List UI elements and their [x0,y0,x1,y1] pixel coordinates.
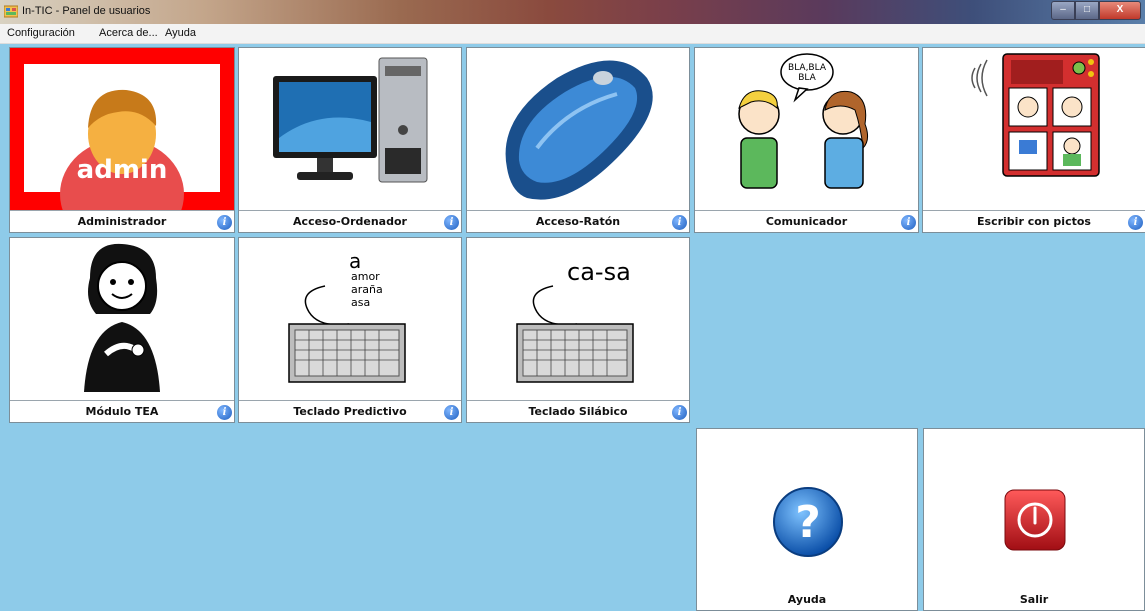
tile-picture: a amor araña asa [239,238,461,400]
help-icon: ? [773,487,843,557]
admin-user-icon: admin [10,48,234,210]
tile-label: Administrador [10,210,234,232]
tile-teclado-silabico[interactable]: ca-sa Teclado Silábico i [466,237,690,423]
tile-picture [10,238,234,400]
predictive-word: araña [351,283,383,296]
keyboard-icon: a amor araña asa [288,249,406,383]
tile-label: Escribir con pictos [923,210,1145,232]
picto-board-icon [971,53,1100,177]
tile-picture [923,48,1145,210]
tile-label: Acceso-Ratón [467,210,689,232]
tile-acceso-ordenador[interactable]: Acceso-Ordenador i [238,47,462,233]
mouse-icon [505,60,653,200]
info-icon[interactable]: i [672,215,687,230]
info-icon[interactable]: i [217,215,232,230]
keyboard-icon: ca-sa [516,258,634,383]
window-title: In-TIC - Panel de usuarios [22,5,151,17]
info-icon[interactable]: i [901,215,916,230]
admin-picture-text: admin [77,155,168,185]
child-pointing-icon [84,243,160,392]
help-glyph: ? [795,497,821,548]
info-icon[interactable]: i [217,405,232,420]
menu-acerca-de[interactable]: Acerca de... [99,27,158,39]
help-label: Ayuda [787,593,827,606]
minimize-button[interactable]: – [1051,1,1075,20]
maximize-button[interactable]: □ [1075,1,1099,20]
tile-label: Teclado Predictivo [239,400,461,422]
exit-label: Salir [1019,593,1049,606]
predictive-word: asa [351,296,370,309]
close-button[interactable]: X [1099,1,1141,20]
menu-ayuda[interactable]: Ayuda [165,27,196,39]
exit-button[interactable]: Salir [923,428,1145,611]
tile-teclado-predictivo[interactable]: a amor araña asa Teclado Predictivo i [238,237,462,423]
tile-picture: BLA,BLA BLA [695,48,918,210]
help-button[interactable]: ? Ayuda [696,428,918,611]
app-icon [4,5,18,18]
tile-picture: admin [10,48,234,210]
tile-administrador[interactable]: admin Administrador i [9,47,235,233]
speech-line-2: BLA [798,73,816,83]
title-bar: In-TIC - Panel de usuarios – □ X [0,0,1145,24]
power-icon [1004,489,1066,551]
tile-modulo-tea[interactable]: Módulo TEA i [9,237,235,423]
info-icon[interactable]: i [1128,215,1143,230]
tile-label: Módulo TEA [10,400,234,422]
tile-acceso-raton[interactable]: Acceso-Ratón i [466,47,690,233]
menu-bar: Configuración Acerca de... Ayuda [0,24,1145,44]
predictive-word: amor [351,270,380,283]
info-icon[interactable]: i [444,405,459,420]
tile-escribir-con-pictos[interactable]: Escribir con pictos i [922,47,1145,233]
tile-label: Comunicador [695,210,918,232]
tile-picture: ca-sa [467,238,689,400]
tile-label: Acceso-Ordenador [239,210,461,232]
computer-icon [273,57,428,183]
tile-picture [467,48,689,210]
syllable-text: ca-sa [567,258,631,286]
conversation-icon: BLA,BLA BLA [738,53,869,189]
menu-configuracion[interactable]: Configuración [7,27,75,39]
tile-picture [239,48,461,210]
tile-label: Teclado Silábico [467,400,689,422]
tile-comunicador[interactable]: BLA,BLA BLA Comunicador i [694,47,919,233]
info-icon[interactable]: i [672,405,687,420]
speech-line-1: BLA,BLA [788,63,827,73]
info-icon[interactable]: i [444,215,459,230]
